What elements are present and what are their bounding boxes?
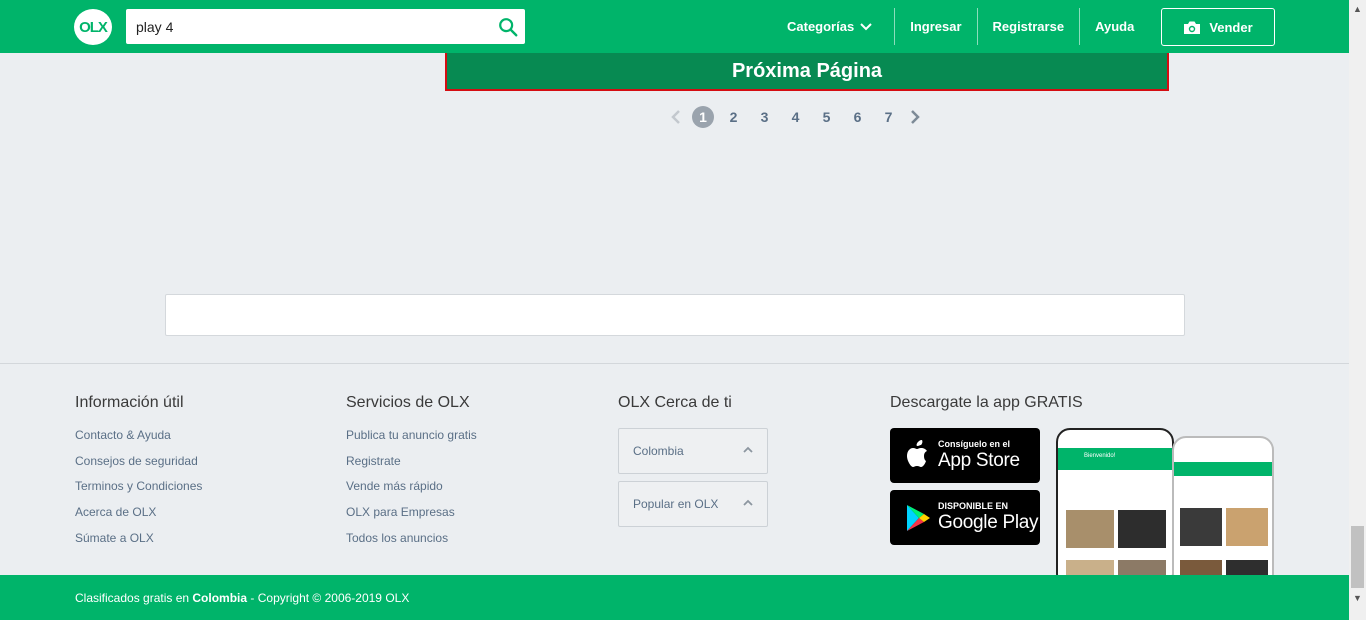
- footer-link[interactable]: OLX para Empresas: [346, 503, 477, 529]
- next-page-button[interactable]: Próxima Página: [445, 53, 1169, 91]
- top-header: OLX Categorías Ingresar Registrarse Ayud…: [0, 0, 1349, 53]
- copyright-country: Colombia: [192, 591, 248, 605]
- page-number[interactable]: 4: [780, 109, 811, 125]
- footer-link[interactable]: Registrate: [346, 452, 477, 478]
- nav-divider: [976, 8, 978, 45]
- main-nav: Categorías Ingresar Registrarse Ayuda: [787, 8, 1134, 45]
- nav-categories-label: Categorías: [787, 19, 855, 34]
- search-box: [126, 9, 525, 44]
- page-number[interactable]: 2: [718, 109, 749, 125]
- logo-text: OLX: [79, 18, 108, 36]
- footer-divider: [0, 363, 1349, 364]
- phone-listing-thumbnail: [1226, 508, 1268, 546]
- search-input[interactable]: [126, 9, 486, 44]
- google-play-badge[interactable]: DISPONIBLE EN Google Play: [890, 490, 1040, 545]
- footer-link[interactable]: Acerca de OLX: [75, 503, 202, 529]
- footer-col-info: Información útil Contacto & Ayuda Consej…: [75, 394, 202, 554]
- chevron-up-icon: [743, 446, 753, 453]
- footer-title: Información útil: [75, 394, 184, 411]
- phone-mockup-image: [1172, 436, 1274, 588]
- accordion-popular[interactable]: Popular en OLX: [618, 481, 768, 527]
- vertical-scrollbar[interactable]: ▲ ▼: [1349, 0, 1366, 620]
- accordion-label: Popular en OLX: [633, 497, 719, 511]
- phone-app-header: [1174, 462, 1272, 476]
- sell-button-label: Vender: [1209, 19, 1253, 35]
- chevron-down-icon: [860, 22, 872, 30]
- footer-title: Servicios de OLX: [346, 394, 470, 411]
- app-store-small-text: Consíguelo en el: [938, 439, 1011, 449]
- nav-help[interactable]: Ayuda: [1095, 8, 1134, 45]
- empty-content-box: [165, 294, 1185, 336]
- apple-icon: [907, 440, 927, 467]
- footer-link[interactable]: Súmate a OLX: [75, 529, 202, 555]
- footer-link[interactable]: Contacto & Ayuda: [75, 426, 202, 452]
- page-number[interactable]: 7: [873, 109, 904, 125]
- nav-login[interactable]: Ingresar: [910, 8, 961, 45]
- page-number[interactable]: 3: [749, 109, 780, 125]
- camera-icon: [1184, 21, 1201, 34]
- scrollbar-thumb[interactable]: [1351, 526, 1364, 588]
- phone-mockup-image: Bienvenido!: [1056, 428, 1174, 588]
- footer-col-nearby: OLX Cerca de ti: [618, 394, 732, 426]
- app-store-badge[interactable]: Consíguelo en el App Store: [890, 428, 1040, 483]
- accordion-label: Colombia: [633, 444, 684, 458]
- next-page-arrow-icon[interactable]: [904, 106, 926, 128]
- footer-col-app: Descargate la app GRATIS: [890, 394, 1083, 426]
- footer-title: Descargate la app GRATIS: [890, 394, 1083, 411]
- footer-link[interactable]: Todos los anuncios: [346, 529, 477, 555]
- footer-link[interactable]: Vende más rápido: [346, 477, 477, 503]
- phone-listing-thumbnail: [1066, 510, 1114, 548]
- nav-register[interactable]: Registrarse: [993, 8, 1065, 45]
- previous-page-arrow-icon: [665, 106, 687, 128]
- nav-divider: [894, 8, 896, 45]
- nav-categories[interactable]: Categorías: [787, 8, 873, 45]
- footer-link[interactable]: Publica tu anuncio gratis: [346, 426, 477, 452]
- search-icon[interactable]: [497, 16, 519, 38]
- page-number[interactable]: 6: [842, 109, 873, 125]
- phone-listing-thumbnail: [1180, 508, 1222, 546]
- nav-divider: [1079, 8, 1081, 45]
- olx-logo[interactable]: OLX: [74, 9, 112, 45]
- page-number-current: 1: [692, 106, 714, 128]
- footer-col-services: Servicios de OLX Publica tu anuncio grat…: [346, 394, 477, 554]
- google-play-small-text: DISPONIBLE EN: [938, 501, 1009, 511]
- footer-link[interactable]: Terminos y Condiciones: [75, 477, 202, 503]
- phone-listing-thumbnail: [1118, 510, 1166, 548]
- sell-button[interactable]: Vender: [1161, 8, 1275, 46]
- nav-login-label: Ingresar: [910, 19, 962, 34]
- next-page-label: Próxima Página: [731, 59, 883, 82]
- copyright-text: Clasificados gratis en Colombia - Copyri…: [75, 591, 409, 605]
- footer-title: OLX Cerca de ti: [618, 394, 732, 411]
- nav-help-label: Ayuda: [1095, 19, 1135, 34]
- copyright-prefix: Clasificados gratis en: [75, 591, 193, 605]
- google-play-big-text: Google Play: [938, 512, 1039, 533]
- phone-app-header: Bienvenido!: [1058, 448, 1172, 470]
- app-store-big-text: App Store: [938, 450, 1020, 471]
- nav-register-label: Registrarse: [992, 19, 1065, 34]
- copyright-bar: Clasificados gratis en Colombia - Copyri…: [0, 575, 1349, 620]
- pagination: 1 2 3 4 5 6 7: [665, 106, 926, 128]
- phone-welcome-text: Bienvenido!: [1084, 453, 1116, 459]
- accordion-colombia[interactable]: Colombia: [618, 428, 768, 474]
- chevron-up-icon: [743, 499, 753, 506]
- footer-link[interactable]: Consejos de seguridad: [75, 452, 202, 478]
- scroll-up-arrow-icon[interactable]: ▲: [1349, 0, 1366, 17]
- google-play-icon: [907, 505, 930, 531]
- page-number[interactable]: 5: [811, 109, 842, 125]
- scroll-down-arrow-icon[interactable]: ▼: [1349, 589, 1366, 606]
- copyright-suffix: - Copyright © 2006-2019 OLX: [247, 591, 410, 605]
